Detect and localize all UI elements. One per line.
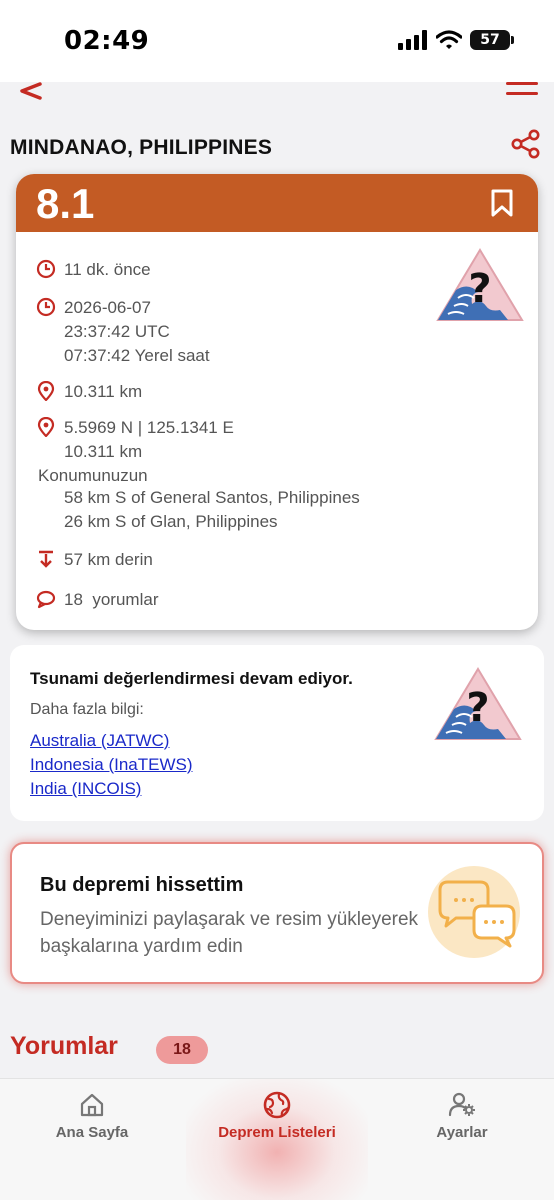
- link-inatews[interactable]: Indonesia (InaTEWS): [30, 755, 193, 775]
- coordinates: 5.5969 N | 125.1341 E: [64, 418, 234, 437]
- comments-badge: 18: [156, 1036, 208, 1064]
- earthquake-card: 8.1 ? 11 dk. önce 2026-06-07 23:37:42 UT…: [16, 174, 538, 630]
- tab-settings[interactable]: Ayarlar: [370, 1079, 554, 1159]
- share-icon[interactable]: [510, 128, 542, 160]
- distance: 10.311 km: [64, 382, 143, 401]
- nearby-place: 26 km S of Glan, Philippines: [64, 512, 278, 531]
- magnitude-header: 8.1: [16, 174, 538, 232]
- comments-title: Yorumlar: [10, 1032, 118, 1060]
- felt-title: Bu depremi hissettim: [40, 874, 244, 896]
- tab-earthquake-lists[interactable]: Deprem Listeleri: [185, 1079, 369, 1159]
- coordinates-row: 5.5969 N | 125.1341 E 10.311 km: [36, 416, 234, 464]
- location-label: Konumunuzun: [38, 466, 148, 485]
- signal-icon: [398, 30, 427, 50]
- tsunami-warning-icon: ?: [436, 248, 524, 321]
- felt-description: Deneyiminizi paylaşarak ve resim yükleye…: [40, 909, 419, 957]
- clock-icon: [36, 259, 56, 279]
- time-ago-row: 11 dk. önce: [36, 258, 151, 282]
- quake-utc-time: 23:37:42 UTC: [64, 322, 170, 341]
- menu-icon[interactable]: [504, 78, 540, 100]
- tab-home[interactable]: Ana Sayfa: [0, 1079, 184, 1159]
- comments-count: 18 yorumlar: [64, 590, 159, 609]
- clock-icon: [36, 297, 56, 317]
- location-title: MINDANAO, PHILIPPINES: [10, 136, 273, 159]
- status-icons: 57: [398, 30, 514, 50]
- nearby-place: 58 km S of General Santos, Philippines: [64, 488, 360, 507]
- tsunami-title: Tsunami değerlendirmesi devam ediyor.: [30, 669, 353, 688]
- svg-text:?: ?: [468, 266, 491, 312]
- tab-settings-label: Ayarlar: [436, 1124, 488, 1141]
- comments-row[interactable]: 18 yorumlar: [36, 588, 158, 612]
- battery-icon: 57: [470, 30, 514, 50]
- magnitude-value: 8.1: [36, 180, 95, 227]
- home-icon: [80, 1093, 104, 1117]
- coord-distance: 10.311 km: [64, 442, 143, 461]
- back-icon[interactable]: [16, 76, 46, 106]
- link-incois[interactable]: India (INCOIS): [30, 779, 141, 799]
- datetime-row: 2026-06-07 23:37:42 UTC 07:37:42 Yerel s…: [36, 296, 210, 368]
- chat-bubbles-icon: [428, 866, 520, 958]
- tsunami-warning-icon: ?: [434, 667, 522, 740]
- tab-home-label: Ana Sayfa: [55, 1124, 129, 1141]
- status-time: 02:49: [64, 26, 150, 56]
- tsunami-subtitle: Daha fazla bilgi:: [30, 701, 144, 718]
- comment-bubble-icon: [36, 590, 56, 609]
- quake-date: 2026-06-07: [64, 298, 151, 317]
- tsunami-card: Tsunami değerlendirmesi devam ediyor. Da…: [10, 645, 544, 821]
- status-bar: 02:49 57: [0, 0, 554, 82]
- distance-row: 10.311 km: [36, 380, 142, 404]
- battery-level: 57: [480, 32, 500, 48]
- depth: 57 km derin: [64, 550, 153, 569]
- nearby-places: 58 km S of General Santos, Philippines 2…: [64, 486, 360, 534]
- tab-earthquake-lists-label: Deprem Listeleri: [218, 1124, 336, 1141]
- depth-row: 57 km derin: [36, 548, 153, 572]
- svg-text:?: ?: [466, 685, 489, 731]
- wifi-icon: [436, 30, 462, 49]
- top-nav: [0, 76, 554, 106]
- location-pin-icon: [37, 381, 55, 401]
- bookmark-icon[interactable]: [490, 188, 514, 218]
- quake-local-time: 07:37:42 Yerel saat: [64, 346, 210, 365]
- link-jatwc[interactable]: Australia (JATWC): [30, 731, 169, 751]
- depth-arrow-icon: [39, 550, 53, 568]
- user-settings-icon: [448, 1092, 475, 1117]
- felt-earthquake-card[interactable]: Bu depremi hissettim Deneyiminizi paylaş…: [10, 842, 544, 984]
- time-ago: 11 dk. önce: [64, 260, 151, 279]
- bottom-tab-bar: Ana Sayfa Deprem Listeleri Ayarlar: [0, 1078, 554, 1200]
- globe-icon: [263, 1091, 291, 1119]
- location-pin-icon: [37, 417, 55, 437]
